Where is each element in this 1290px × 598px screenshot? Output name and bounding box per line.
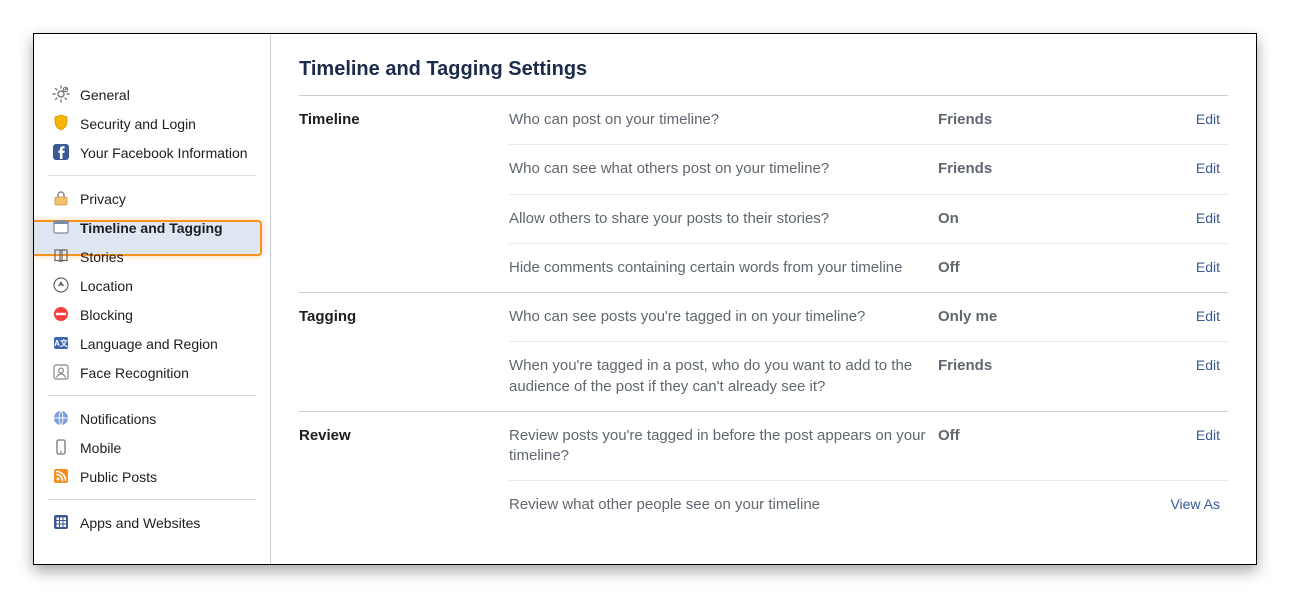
gear-icon [52, 85, 70, 103]
setting-value: Friends [938, 342, 1148, 412]
sidebar-divider [48, 499, 256, 500]
page-title: Timeline and Tagging Settings [299, 58, 1228, 95]
setting-action-cell: Edit [1148, 293, 1228, 342]
setting-value: Off [938, 243, 1148, 292]
book-icon [52, 247, 70, 265]
sidebar-item-label: Blocking [80, 305, 256, 324]
sidebar-item-general[interactable]: General [34, 80, 270, 109]
settings-main: Timeline and Tagging Settings TimelineWh… [271, 34, 1256, 564]
sidebar-item-label: Privacy [80, 189, 256, 208]
edit-link[interactable]: Edit [1196, 259, 1220, 275]
setting-value: Friends [938, 96, 1148, 145]
sidebar-item-privacy[interactable]: Privacy [34, 184, 270, 213]
block-icon [52, 305, 70, 323]
edit-link[interactable]: Edit [1196, 427, 1220, 443]
action-link[interactable]: View As [1170, 496, 1220, 512]
sidebar-item-public-posts[interactable]: Public Posts [34, 462, 270, 491]
sidebar-item-label: Public Posts [80, 467, 256, 486]
setting-value: Friends [938, 145, 1148, 194]
sidebar-item-label: General [80, 85, 256, 104]
setting-label: Review posts you're tagged in before the… [509, 411, 938, 481]
setting-action-cell: Edit [1148, 342, 1228, 412]
sidebar-item-label: Timeline and Tagging [80, 218, 256, 237]
edit-link[interactable]: Edit [1196, 308, 1220, 324]
sidebar-item-label: Location [80, 276, 256, 295]
setting-action-cell: Edit [1148, 96, 1228, 145]
shield-icon [52, 114, 70, 132]
edit-link[interactable]: Edit [1196, 111, 1220, 127]
edit-link[interactable]: Edit [1196, 357, 1220, 373]
settings-row: ReviewReview posts you're tagged in befo… [299, 411, 1228, 481]
sidebar-item-apps-and-websites[interactable]: Apps and Websites [34, 508, 270, 537]
sidebar-item-stories[interactable]: Stories [34, 242, 270, 271]
settings-row: TimelineWho can post on your timeline?Fr… [299, 96, 1228, 145]
sidebar-item-your-facebook-information[interactable]: Your Facebook Information [34, 138, 270, 167]
sidebar-item-label: Stories [80, 247, 256, 266]
setting-label: When you're tagged in a post, who do you… [509, 342, 938, 412]
sidebar-item-security-and-login[interactable]: Security and Login [34, 109, 270, 138]
setting-label: Who can see posts you're tagged in on yo… [509, 293, 938, 342]
edit-link[interactable]: Edit [1196, 210, 1220, 226]
sidebar-item-notifications[interactable]: Notifications [34, 404, 270, 433]
setting-label: Who can see what others post on your tim… [509, 145, 938, 194]
sidebar-item-blocking[interactable]: Blocking [34, 300, 270, 329]
setting-label: Hide comments containing certain words f… [509, 243, 938, 292]
settings-row: TaggingWho can see posts you're tagged i… [299, 293, 1228, 342]
sidebar-divider [48, 395, 256, 396]
sidebar-item-mobile[interactable]: Mobile [34, 433, 270, 462]
sidebar-item-face-recognition[interactable]: Face Recognition [34, 358, 270, 387]
setting-label: Allow others to share your posts to thei… [509, 194, 938, 243]
globe-icon [52, 409, 70, 427]
setting-action-cell: View As [1148, 481, 1228, 530]
setting-action-cell: Edit [1148, 411, 1228, 481]
setting-value [938, 481, 1148, 530]
edit-link[interactable]: Edit [1196, 160, 1220, 176]
sidebar-item-location[interactable]: Location [34, 271, 270, 300]
apps-icon [52, 513, 70, 531]
rss-icon [52, 467, 70, 485]
sidebar-item-label: Face Recognition [80, 363, 256, 382]
setting-value: Only me [938, 293, 1148, 342]
settings-sidebar: General Security and Login Your Facebook I… [34, 34, 271, 564]
location-icon [52, 276, 70, 294]
setting-action-cell: Edit [1148, 243, 1228, 292]
setting-action-cell: Edit [1148, 145, 1228, 194]
lang-icon [52, 334, 70, 352]
lock-icon [52, 189, 70, 207]
setting-value: On [938, 194, 1148, 243]
sidebar-item-label: Notifications [80, 409, 256, 428]
sidebar-item-label: Apps and Websites [80, 513, 256, 532]
section-heading: Review [299, 411, 509, 529]
fb-icon [52, 143, 70, 161]
sidebar-divider [48, 175, 256, 176]
section-heading: Tagging [299, 293, 509, 412]
mobile-icon [52, 438, 70, 456]
face-icon [52, 363, 70, 381]
settings-table: TimelineWho can post on your timeline?Fr… [299, 96, 1228, 530]
sidebar-item-label: Mobile [80, 438, 256, 457]
sidebar-item-language-and-region[interactable]: Language and Region [34, 329, 270, 358]
sidebar-item-label: Your Facebook Information [80, 143, 256, 162]
timeline-icon [52, 218, 70, 236]
setting-label: Review what other people see on your tim… [509, 481, 938, 530]
setting-action-cell: Edit [1148, 194, 1228, 243]
setting-value: Off [938, 411, 1148, 481]
setting-label: Who can post on your timeline? [509, 96, 938, 145]
sidebar-item-timeline-and-tagging[interactable]: Timeline and Tagging [34, 213, 270, 242]
sidebar-item-label: Security and Login [80, 114, 256, 133]
section-heading: Timeline [299, 96, 509, 293]
sidebar-item-label: Language and Region [80, 334, 256, 353]
